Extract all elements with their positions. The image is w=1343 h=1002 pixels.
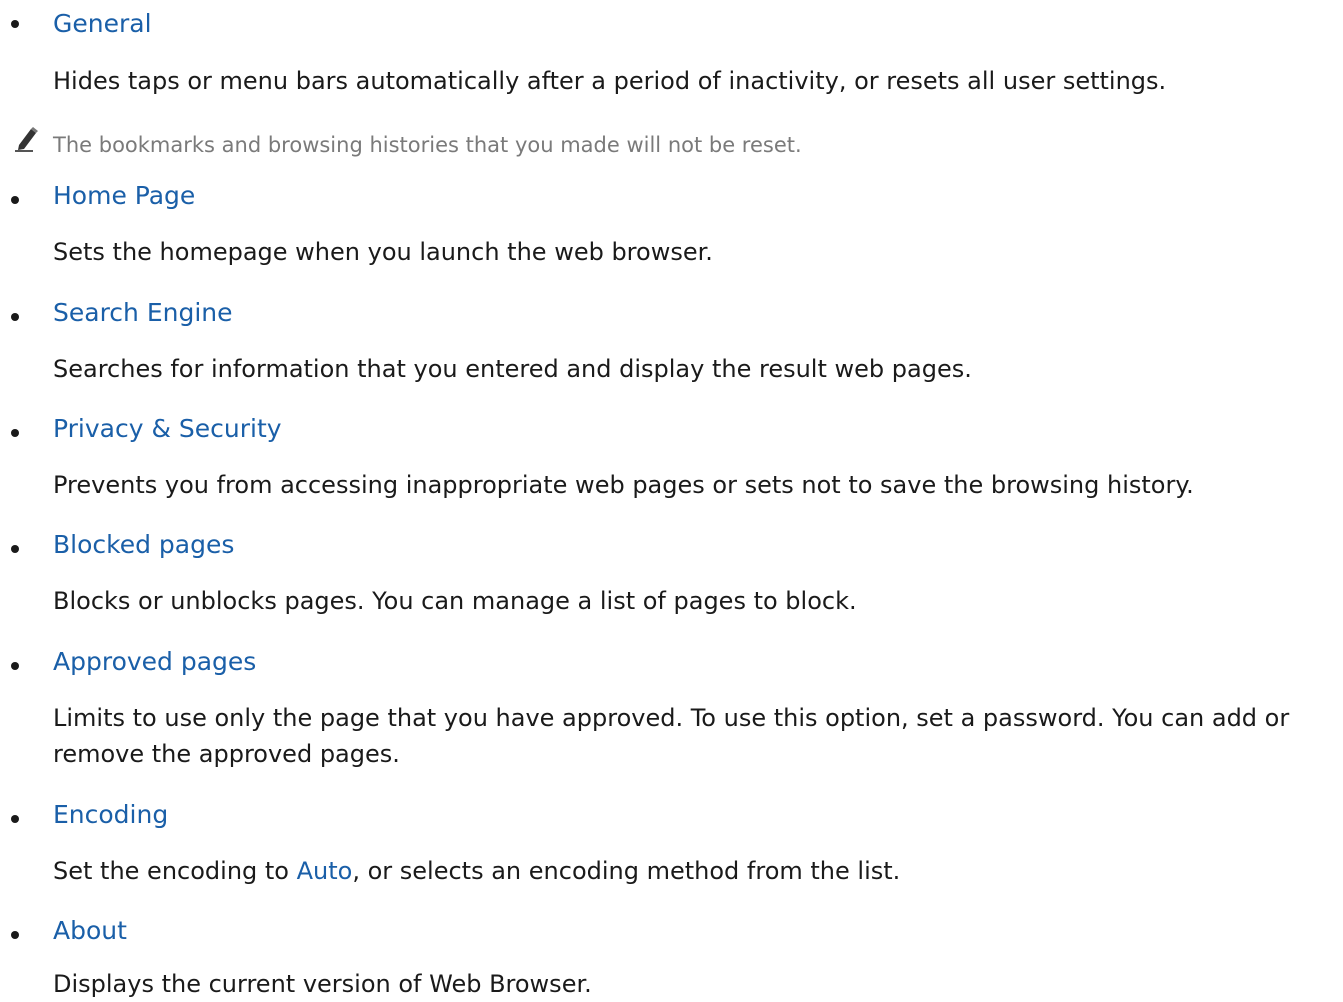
- bullet: [11, 313, 19, 321]
- item-description: Blocks or unblocks pages. You can manage…: [53, 587, 857, 615]
- bullet: [11, 662, 19, 670]
- note: The bookmarks and browsing histories tha…: [0, 125, 1000, 165]
- item-title: About: [53, 916, 127, 945]
- pencil-icon: [15, 127, 38, 152]
- description-text: , or selects an encoding method from the…: [352, 857, 901, 885]
- item-description: Searches for information that you entere…: [53, 355, 972, 383]
- item-title: Privacy & Security: [53, 414, 282, 443]
- bullet: [11, 545, 19, 553]
- item-title: Encoding: [53, 800, 169, 829]
- item-description: Hides taps or menu bars automatically af…: [53, 67, 1167, 95]
- bullet: [11, 429, 19, 437]
- bullet: [11, 20, 19, 28]
- bullet: [11, 931, 19, 939]
- item-title: Home Page: [53, 181, 196, 210]
- item-description: Limits to use only the page that you hav…: [53, 704, 1290, 768]
- description-text: Set the encoding to: [53, 857, 297, 885]
- auto-option: Auto: [296, 857, 353, 885]
- item-description: Prevents you from accessing inappropriat…: [53, 471, 1194, 499]
- item-description: Displays the current version of Web Brow…: [53, 970, 592, 998]
- item-title: Search Engine: [53, 298, 233, 327]
- bullet: [11, 196, 19, 204]
- note-text: The bookmarks and browsing histories tha…: [53, 133, 802, 157]
- item-description: Sets the homepage when you launch the we…: [53, 238, 713, 266]
- item-description: Set the encoding to Auto, or selects an …: [53, 853, 900, 889]
- item-title: General: [53, 9, 152, 38]
- item-title: Blocked pages: [53, 530, 235, 559]
- bullet: [11, 815, 19, 823]
- item-title: Approved pages: [53, 647, 257, 676]
